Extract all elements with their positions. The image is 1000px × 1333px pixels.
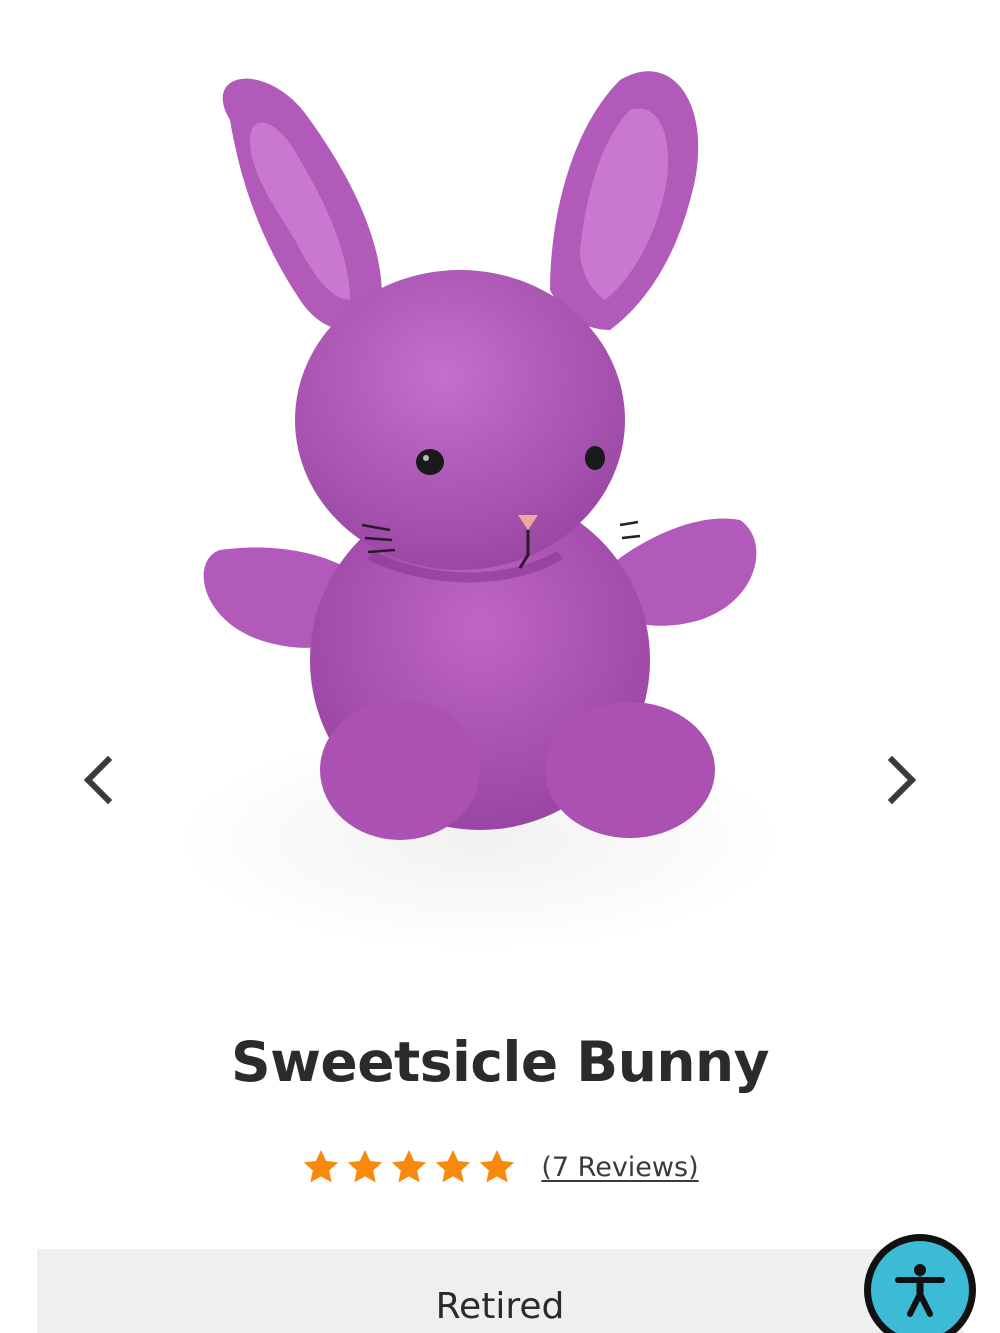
star-icon	[348, 1150, 383, 1183]
star-icon	[304, 1150, 339, 1183]
star-icon	[436, 1150, 471, 1183]
rating-stars	[301, 1147, 517, 1187]
star-icon	[392, 1150, 427, 1183]
carousel-next-button[interactable]	[872, 740, 932, 820]
chevron-left-icon	[83, 755, 113, 805]
status-label: Retired	[435, 1286, 565, 1327]
accessibility-icon	[895, 1264, 945, 1317]
carousel-prev-button[interactable]	[68, 740, 128, 820]
product-rating: (7 Reviews)	[0, 1145, 1000, 1189]
product-image	[180, 71, 780, 950]
status-button[interactable]: Retired	[37, 1249, 963, 1333]
chevron-right-icon	[887, 755, 917, 805]
star-icon	[480, 1150, 515, 1183]
reviews-link[interactable]: (7 Reviews)	[541, 1152, 698, 1183]
product-image-carousel	[0, 0, 1000, 980]
product-page: Sweetsicle Bunny (7 Reviews) Retired	[0, 0, 1000, 1333]
product-title: Sweetsicle Bunny	[230, 1030, 770, 1094]
accessibility-button-ring	[871, 1241, 969, 1333]
